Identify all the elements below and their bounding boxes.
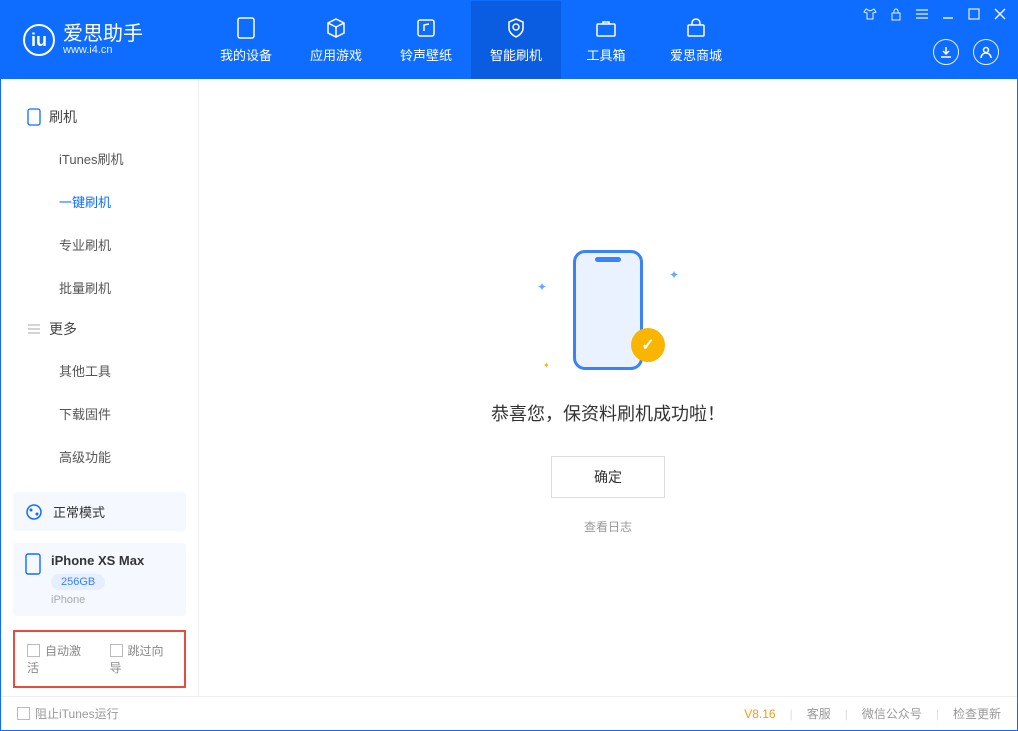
footer: 阻止iTunes运行 V8.16 | 客服 | 微信公众号 | 检查更新 xyxy=(1,696,1017,730)
sparkle-icon: ✦ xyxy=(537,280,547,294)
list-icon xyxy=(27,323,41,335)
user-icon[interactable] xyxy=(973,39,999,65)
checkbox-label: 阻止iTunes运行 xyxy=(35,707,119,721)
wechat-link[interactable]: 微信公众号 xyxy=(862,705,922,722)
mode-icon xyxy=(25,503,43,521)
header-actions xyxy=(933,39,999,65)
toolbox-icon xyxy=(595,17,617,39)
tab-store[interactable]: 爱思商城 xyxy=(651,1,741,79)
device-type: iPhone xyxy=(51,594,144,606)
device-capacity: 256GB xyxy=(51,574,105,590)
ok-button[interactable]: 确定 xyxy=(551,456,665,498)
sidebar-item-other-tools[interactable]: 其他工具 xyxy=(1,349,198,392)
checkbox-block-itunes[interactable]: 阻止iTunes运行 xyxy=(17,705,119,722)
tab-label: 工具箱 xyxy=(586,45,625,64)
brand-name: 爱思助手 xyxy=(63,24,143,44)
sidebar: 刷机 iTunes刷机 一键刷机 专业刷机 批量刷机 更多 其他工具 下载固件 … xyxy=(1,79,199,696)
success-message: 恭喜您，保资料刷机成功啦！ xyxy=(491,400,725,426)
device-icon xyxy=(25,553,41,575)
success-illustration: ✦ ✦ ✦ ✓ xyxy=(533,240,683,380)
tab-apps[interactable]: 应用游戏 xyxy=(291,1,381,79)
view-log-link[interactable]: 查看日志 xyxy=(584,518,632,535)
minimize-icon[interactable] xyxy=(941,7,955,21)
close-icon[interactable] xyxy=(993,7,1007,21)
phone-icon xyxy=(27,108,41,126)
tab-label: 应用游戏 xyxy=(310,45,362,64)
shirt-icon[interactable] xyxy=(863,7,877,21)
sidebar-group-more: 更多 xyxy=(1,309,198,349)
support-link[interactable]: 客服 xyxy=(807,705,831,722)
device-box[interactable]: iPhone XS Max 256GB iPhone xyxy=(13,543,186,616)
sidebar-item-itunes-flash[interactable]: iTunes刷机 xyxy=(1,137,198,180)
top-tabs: 我的设备 应用游戏 铃声壁纸 智能刷机 工具箱 爱思商城 xyxy=(201,1,741,79)
lock-icon[interactable] xyxy=(889,7,903,21)
tab-toolbox[interactable]: 工具箱 xyxy=(561,1,651,79)
download-icon[interactable] xyxy=(933,39,959,65)
logo-icon: iu xyxy=(23,24,55,56)
brand-url: www.i4.cn xyxy=(63,44,143,56)
logo[interactable]: iu 爱思助手 www.i4.cn xyxy=(1,24,201,56)
sidebar-item-batch-flash[interactable]: 批量刷机 xyxy=(1,266,198,309)
main-panel: ✦ ✦ ✦ ✓ 恭喜您，保资料刷机成功啦！ 确定 查看日志 xyxy=(199,79,1017,696)
group-title: 更多 xyxy=(49,319,77,339)
sparkle-icon: ✦ xyxy=(669,268,679,282)
tab-smart-flash[interactable]: 智能刷机 xyxy=(471,1,561,79)
sidebar-item-download-firmware[interactable]: 下载固件 xyxy=(1,392,198,435)
tab-label: 爱思商城 xyxy=(670,45,722,64)
device-name: iPhone XS Max xyxy=(51,553,144,568)
menu-icon[interactable] xyxy=(915,7,929,21)
check-update-link[interactable]: 检查更新 xyxy=(953,705,1001,722)
maximize-icon[interactable] xyxy=(967,7,981,21)
sparkle-icon: ✦ xyxy=(543,361,550,370)
window-controls xyxy=(863,7,1007,21)
header: iu 爱思助手 www.i4.cn 我的设备 应用游戏 铃声壁纸 智能刷机 工具… xyxy=(1,1,1017,79)
cube-icon xyxy=(325,17,347,39)
version-label: V8.16 xyxy=(744,707,775,721)
sidebar-item-oneclick-flash[interactable]: 一键刷机 xyxy=(1,180,198,223)
tab-label: 铃声壁纸 xyxy=(400,45,452,64)
tab-label: 我的设备 xyxy=(220,45,272,64)
shield-icon xyxy=(505,17,527,39)
sidebar-item-advanced[interactable]: 高级功能 xyxy=(1,435,198,478)
check-icon: ✓ xyxy=(631,328,665,362)
checkbox-auto-activate[interactable]: 自动激活 xyxy=(27,642,90,676)
sidebar-group-flash: 刷机 xyxy=(1,97,198,137)
device-icon xyxy=(235,17,257,39)
tab-label: 智能刷机 xyxy=(490,45,542,64)
tab-my-device[interactable]: 我的设备 xyxy=(201,1,291,79)
mode-box[interactable]: 正常模式 xyxy=(13,492,186,531)
tab-ringtones[interactable]: 铃声壁纸 xyxy=(381,1,471,79)
checkbox-skip-guide[interactable]: 跳过向导 xyxy=(110,642,173,676)
music-icon xyxy=(415,17,437,39)
mode-label: 正常模式 xyxy=(53,502,105,521)
group-title: 刷机 xyxy=(49,107,77,127)
sidebar-item-pro-flash[interactable]: 专业刷机 xyxy=(1,223,198,266)
options-row: 自动激活 跳过向导 xyxy=(13,630,186,688)
store-icon xyxy=(685,17,707,39)
